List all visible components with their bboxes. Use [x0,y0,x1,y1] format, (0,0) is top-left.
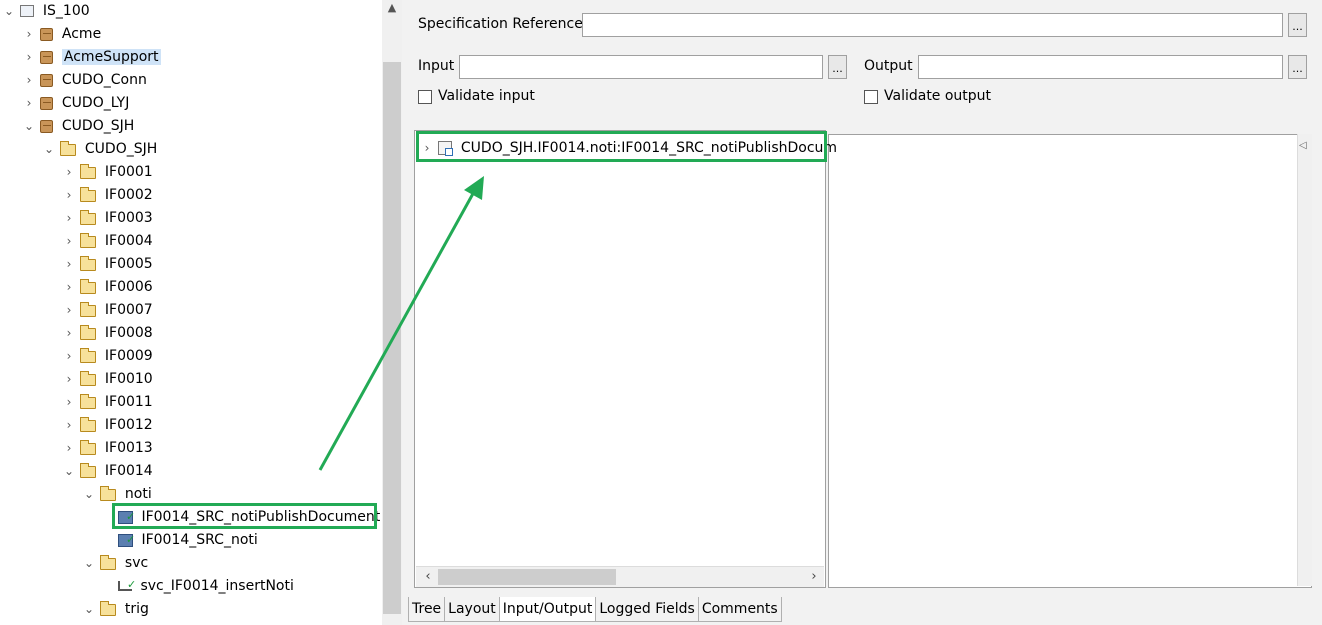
arrow-head [464,176,484,200]
arrow-line [318,189,477,471]
annotation-arrow [318,176,484,471]
